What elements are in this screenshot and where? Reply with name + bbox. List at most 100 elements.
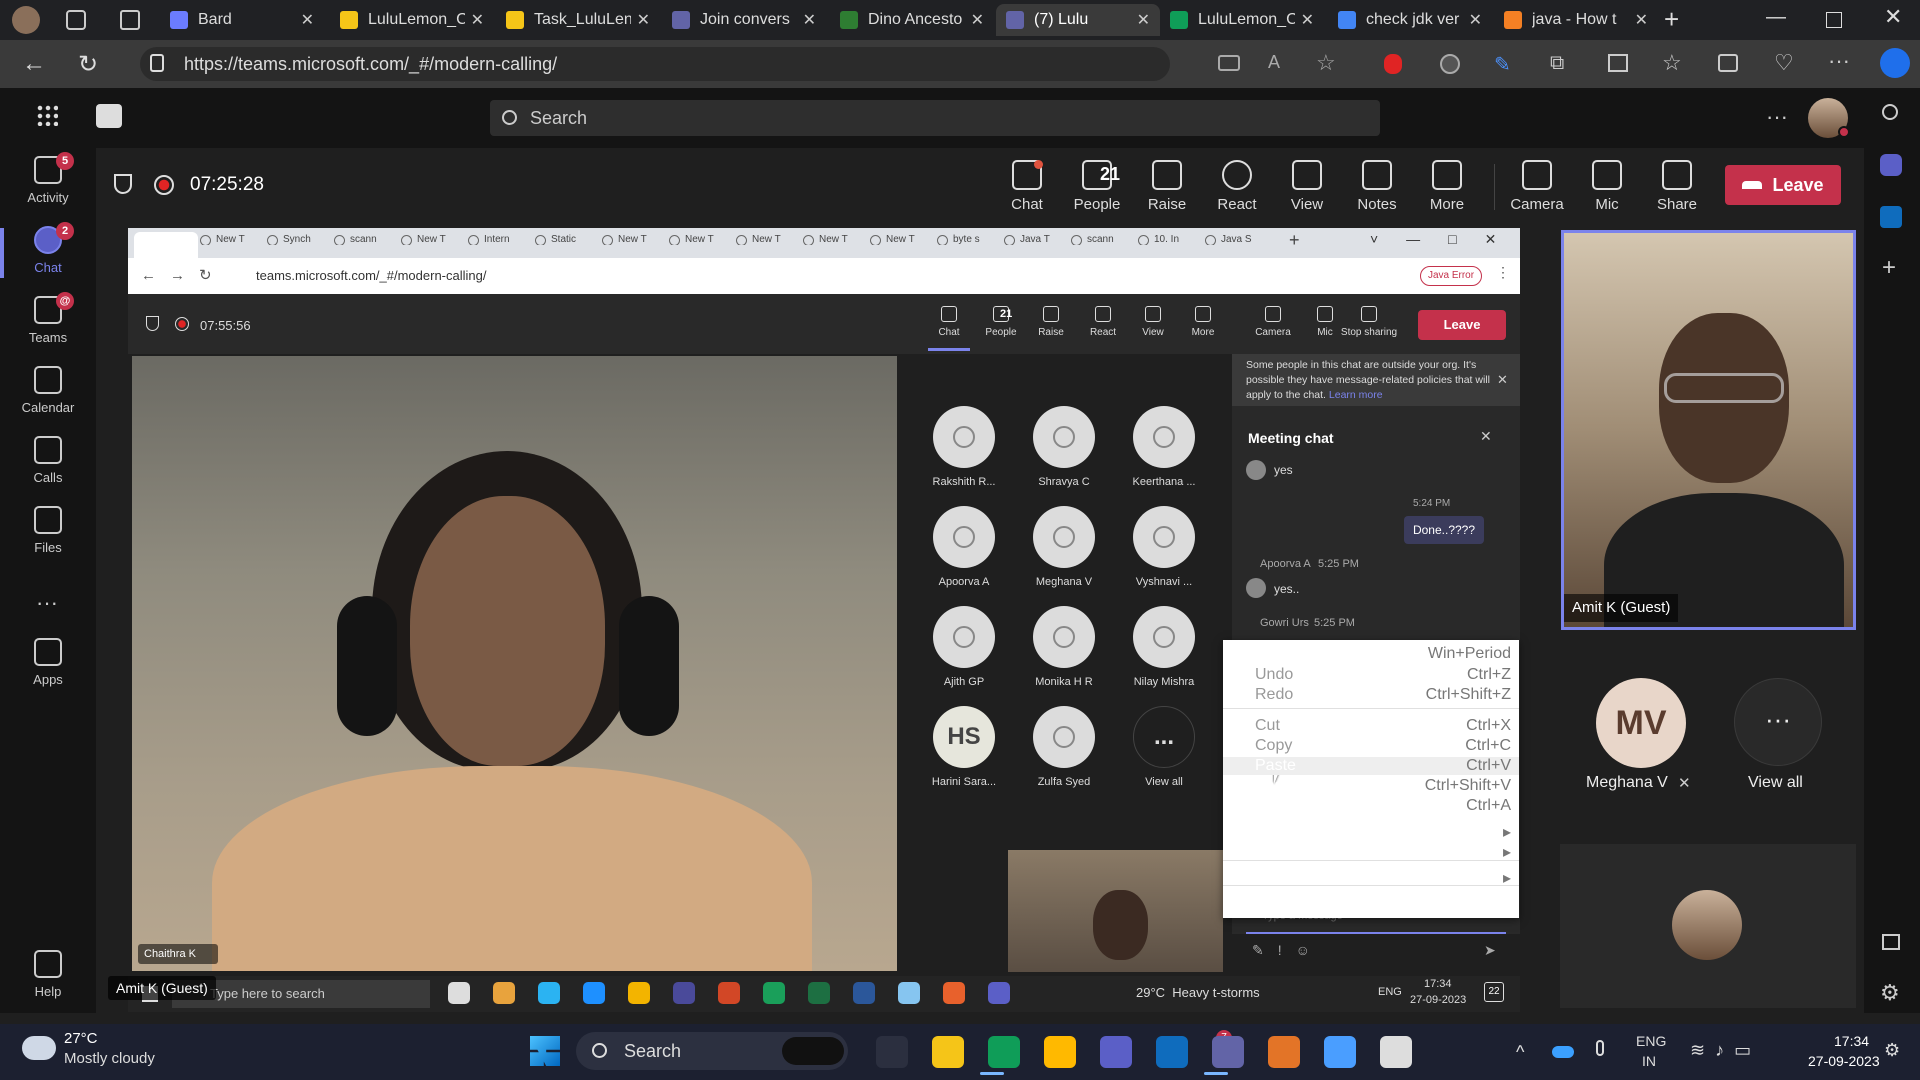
leave-button[interactable]: Leave [1725, 165, 1841, 205]
sidebar-copilot-icon[interactable] [1880, 154, 1902, 176]
tray-status-icons[interactable]: ≋♪▭ [1690, 1040, 1761, 1061]
rail-item-teams[interactable]: Teams [0, 296, 96, 345]
file-explorer-icon[interactable] [932, 1036, 964, 1068]
browser-tab[interactable]: Dino Ancesto ✕ [830, 4, 994, 36]
browser-tab[interactable]: Bard ✕ [160, 4, 324, 36]
rail-item-apps[interactable]: Apps [0, 638, 96, 687]
browser-tab[interactable]: LuluLemon_C ✕ [330, 4, 494, 36]
view-all-label[interactable]: View all [1748, 774, 1803, 792]
tab-close-icon[interactable]: ✕ [1635, 10, 1648, 30]
extension-grammarly-icon[interactable] [1440, 54, 1460, 74]
extension-pen-icon[interactable]: ✎ [1494, 52, 1511, 77]
extensions-icon[interactable]: ⧉ [1550, 52, 1564, 75]
favorites-icon[interactable]: ☆ [1662, 50, 1682, 76]
media-icon[interactable] [1380, 1036, 1412, 1068]
toolbar-notes-button[interactable]: Notes [1342, 160, 1412, 213]
notification-bell-icon[interactable]: ⚙ [1884, 1040, 1900, 1061]
search-input[interactable]: Search [490, 100, 1380, 136]
browser-menu-icon[interactable]: ··· [1828, 48, 1850, 74]
settings-more-icon[interactable]: ··· [1766, 104, 1788, 130]
url-field[interactable]: https://teams.microsoft.com/_#/modern-ca… [140, 47, 1170, 81]
toolbar-chat-button[interactable]: Chat [992, 160, 1062, 213]
lock-icon[interactable] [150, 54, 164, 72]
read-aloud-icon[interactable]: A [1268, 52, 1280, 73]
split-screen-icon[interactable] [1608, 54, 1628, 72]
rail-item-help[interactable]: Help [0, 950, 96, 999]
sidebar-settings-icon[interactable]: ⚙ [1880, 980, 1900, 1006]
weather-temp[interactable]: 27°C [64, 1030, 98, 1047]
rail-more-icon[interactable]: ··· [36, 590, 58, 616]
close-window-button[interactable]: ✕ [1884, 4, 1902, 30]
collections-icon[interactable] [1718, 54, 1738, 72]
tab-close-icon[interactable]: ✕ [471, 10, 484, 30]
teams-icon[interactable] [1212, 1036, 1244, 1068]
browser-tab[interactable]: (7) Lulu ✕ [996, 4, 1160, 36]
participant-tile-meghana[interactable]: MV [1596, 678, 1686, 768]
browser-tab[interactable]: LuluLemon_C ✕ [1160, 4, 1324, 36]
pinned-participant-video[interactable] [1561, 230, 1856, 630]
browser-tab[interactable]: check jdk ver ✕ [1328, 4, 1492, 36]
store-icon[interactable] [1044, 1036, 1076, 1068]
profile-avatar[interactable] [12, 6, 40, 34]
tab-close-icon[interactable]: ✕ [1301, 10, 1314, 30]
rail-item-calls[interactable]: Calls [0, 436, 96, 485]
workspaces-icon[interactable] [66, 10, 86, 30]
self-view-avatar[interactable] [1672, 890, 1742, 960]
minimize-button[interactable]: — [1766, 6, 1786, 29]
clock-time[interactable]: 17:34 [1834, 1033, 1869, 1049]
tray-chevron-icon[interactable]: ^ [1516, 1042, 1524, 1063]
sidebar-hide-icon[interactable] [1882, 934, 1900, 950]
toolbar-mic-button[interactable]: Mic [1572, 160, 1642, 213]
clock-date[interactable]: 27-09-2023 [1808, 1053, 1880, 1069]
office-icon[interactable] [1268, 1036, 1300, 1068]
favorite-star-icon[interactable]: ☆ [1316, 50, 1336, 76]
browser-tab[interactable]: Join convers ✕ [662, 4, 826, 36]
tab-close-icon[interactable]: ✕ [971, 10, 984, 30]
sidebar-add-icon[interactable]: + [1882, 254, 1896, 282]
app-launcher-icon[interactable] [36, 104, 58, 126]
sidebar-outlook-icon[interactable] [1880, 206, 1902, 228]
sidebar-search-icon[interactable] [1882, 104, 1898, 120]
bing-copilot-icon[interactable] [1880, 48, 1910, 78]
rail-item-files[interactable]: Files [0, 506, 96, 555]
browser-tab[interactable]: Task_LuluLen ✕ [496, 4, 660, 36]
lang-line2[interactable]: IN [1642, 1053, 1656, 1069]
toolbar-raise-button[interactable]: Raise [1132, 160, 1202, 213]
maximize-button[interactable] [1826, 12, 1842, 28]
onedrive-icon[interactable] [1552, 1046, 1574, 1058]
toolbar-people-button[interactable]: People [1062, 160, 1132, 213]
tab-close-icon[interactable]: ✕ [301, 10, 314, 30]
toolbar-react-button[interactable]: React [1202, 160, 1272, 213]
refresh-icon[interactable]: ↻ [78, 50, 98, 79]
back-icon[interactable]: ← [22, 50, 46, 78]
toolbar-view-button[interactable]: View [1272, 160, 1342, 213]
rail-item-calendar[interactable]: Calendar [0, 366, 96, 415]
rail-item-activity[interactable]: Activity [0, 156, 96, 205]
task-view-icon[interactable] [876, 1036, 908, 1068]
rail-item-chat[interactable]: Chat [0, 226, 96, 275]
view-all-tile[interactable]: ··· [1734, 678, 1822, 766]
new-tab-button[interactable]: + [1664, 4, 1679, 35]
toolbar-share-button[interactable]: Share [1642, 160, 1712, 213]
outlook-icon[interactable] [1156, 1036, 1188, 1068]
tab-actions-icon[interactable] [120, 10, 140, 30]
weather-desc[interactable]: Mostly cloudy [64, 1050, 155, 1067]
edge-icon[interactable] [988, 1036, 1020, 1068]
shield-icon[interactable] [114, 174, 132, 194]
performance-icon[interactable]: ♡ [1774, 50, 1794, 76]
notepad-icon[interactable] [1324, 1036, 1356, 1068]
browser-tab[interactable]: java - How t ✕ [1494, 4, 1658, 36]
video-icon[interactable] [1218, 55, 1240, 71]
toolbar-more-button[interactable]: More [1412, 160, 1482, 213]
weather-icon[interactable] [22, 1036, 56, 1060]
tab-close-icon[interactable]: ✕ [1137, 10, 1150, 30]
tab-close-icon[interactable]: ✕ [1469, 10, 1482, 30]
lang-line1[interactable]: ENG [1636, 1033, 1666, 1049]
extension-red-icon[interactable] [1384, 54, 1402, 74]
copilot-icon[interactable] [1100, 1036, 1132, 1068]
shared-tab-title: 10. In [1154, 234, 1180, 245]
tab-close-icon[interactable]: ✕ [803, 10, 816, 30]
mic-tray-icon[interactable] [1596, 1040, 1604, 1056]
toolbar-camera-button[interactable]: Camera [1502, 160, 1572, 213]
tab-close-icon[interactable]: ✕ [637, 10, 650, 30]
